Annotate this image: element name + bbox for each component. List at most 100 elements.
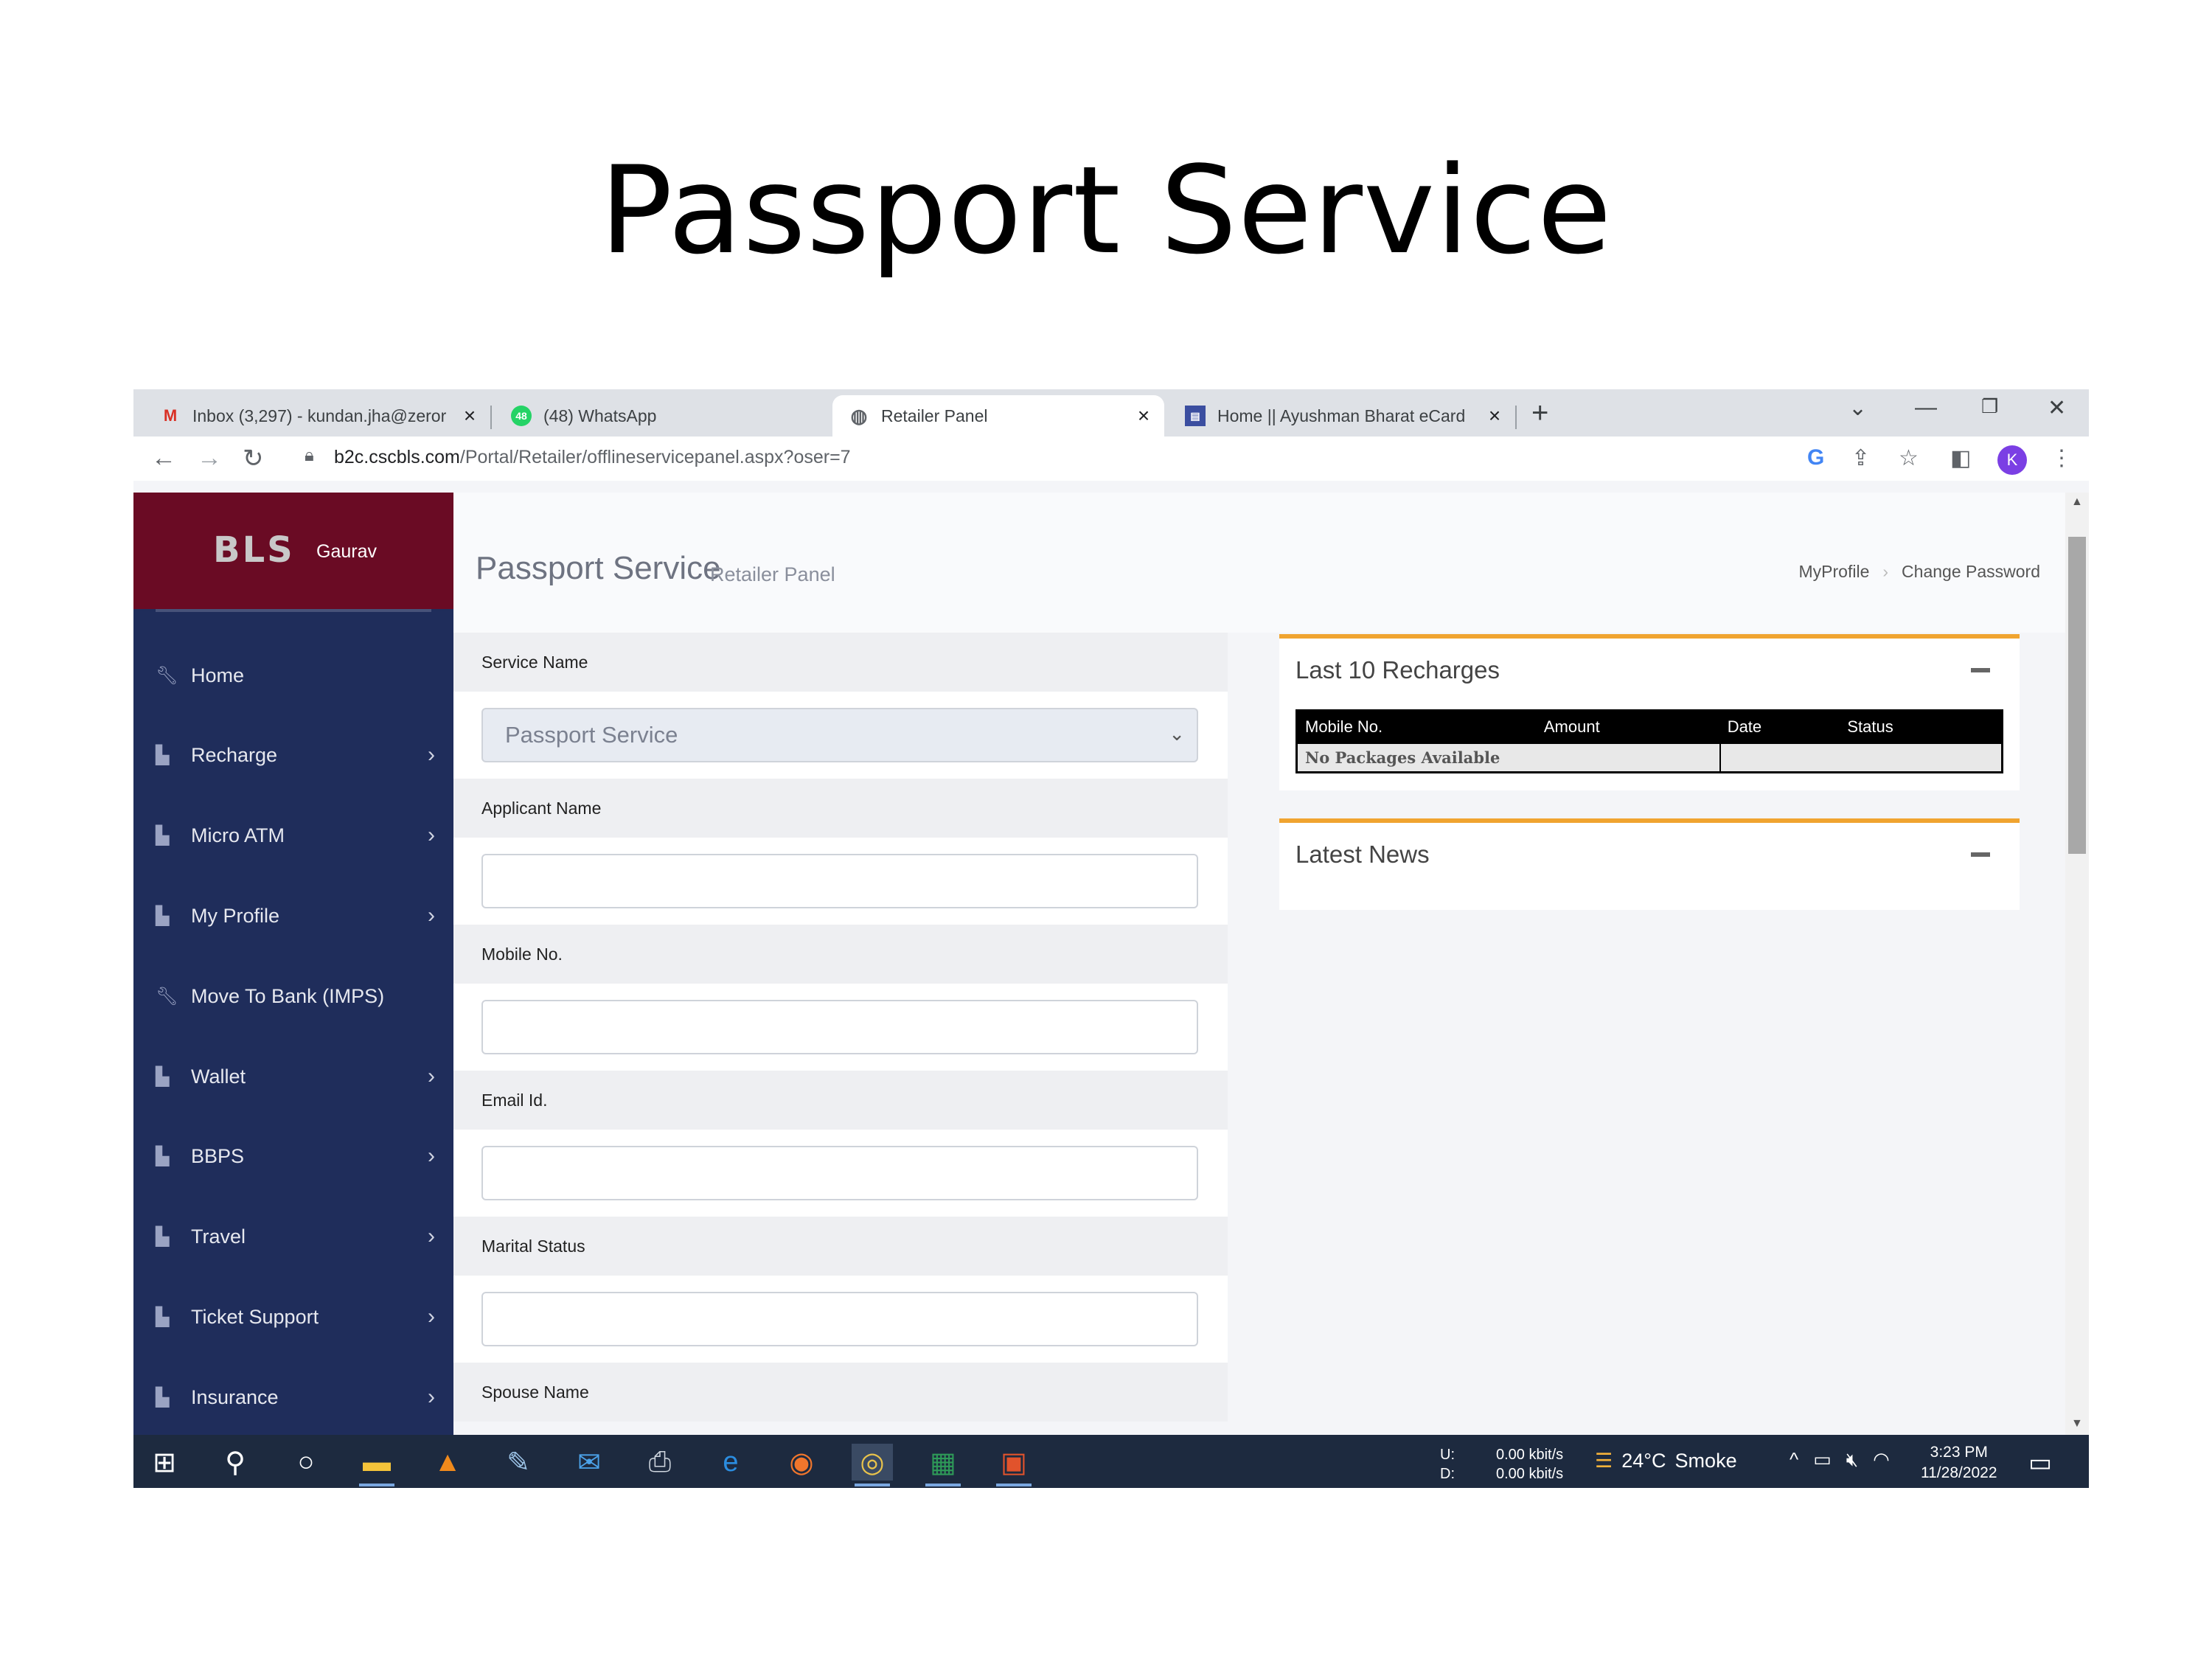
- sidebar-item-home[interactable]: 🔧︎ Home: [133, 653, 453, 698]
- fax-icon[interactable]: ⎙: [639, 1444, 681, 1481]
- chart-icon: ▙: [156, 745, 170, 765]
- tab-label: Home || Ayushman Bharat eCard: [1217, 406, 1466, 425]
- wifi-icon[interactable]: ◠: [1873, 1448, 1890, 1472]
- service-name-value: Passport Service: [505, 722, 678, 748]
- column-header: Amount: [1536, 710, 1720, 743]
- scroll-up-icon[interactable]: ▲: [2071, 495, 2083, 509]
- column-header: Date: [1719, 710, 1840, 743]
- chart-icon: ▙: [156, 825, 170, 846]
- paint-icon[interactable]: ✎: [498, 1444, 539, 1481]
- chevron-right-icon: ›: [428, 1385, 435, 1409]
- chart-icon: ▙: [156, 905, 170, 926]
- marital-status-input[interactable]: [481, 1292, 1198, 1346]
- service-name-select[interactable]: Passport Service ⌄: [481, 708, 1198, 762]
- sidebar: BLS Gaurav 🔧︎ Home ▙ Recharge › ▙ Micro …: [133, 493, 453, 1435]
- tab-retailer-panel[interactable]: ◍ Retailer Panel ×: [832, 395, 1164, 437]
- share-icon[interactable]: ⇪: [1851, 445, 1870, 471]
- chevron-right-icon: ›: [428, 903, 435, 928]
- sidebar-item-recharge[interactable]: ▙ Recharge ›: [133, 733, 453, 777]
- weather-widget[interactable]: ☰ 24°C Smoke: [1595, 1450, 1737, 1472]
- back-icon[interactable]: ←: [151, 444, 176, 473]
- sidebar-item-ticket-support[interactable]: ▙ Ticket Support ›: [133, 1295, 453, 1339]
- sidebar-item-label: Micro ATM: [191, 824, 285, 846]
- window-close-icon[interactable]: ✕: [2048, 395, 2066, 421]
- internet-explorer-icon[interactable]: e: [710, 1444, 751, 1481]
- chart-icon: ▙: [156, 1226, 170, 1247]
- close-icon[interactable]: ×: [1130, 404, 1157, 428]
- sidebar-item-insurance[interactable]: ▙ Insurance ›: [133, 1375, 453, 1419]
- bookmark-star-icon[interactable]: ☆: [1899, 445, 1919, 471]
- scroll-thumb[interactable]: [2068, 537, 2086, 854]
- page-scrollbar[interactable]: ▲ ▼: [2065, 493, 2089, 1435]
- sidebar-item-travel[interactable]: ▙ Travel ›: [133, 1214, 453, 1259]
- reload-icon[interactable]: ↻: [243, 444, 264, 473]
- network-labels: U: D:: [1440, 1445, 1455, 1484]
- side-panel-icon[interactable]: ◧: [1950, 445, 1971, 471]
- tab-search-icon[interactable]: ⌄: [1848, 395, 1867, 421]
- sidebar-item-wallet[interactable]: ▙ Wallet ›: [133, 1054, 453, 1099]
- close-icon[interactable]: ×: [1481, 404, 1508, 428]
- powerpoint-icon[interactable]: ▣: [993, 1444, 1034, 1486]
- close-icon[interactable]: ×: [456, 404, 483, 428]
- restore-icon[interactable]: ❐: [1981, 395, 1998, 418]
- brand-header: BLS Gaurav: [133, 493, 453, 609]
- site-icon: ▤: [1185, 406, 1206, 426]
- task-view-icon[interactable]: ○: [285, 1444, 327, 1481]
- passport-service-form: Service Name Passport Service ⌄ Applican…: [453, 633, 1228, 1435]
- url-path: /Portal/Retailer/offlineservicepanel.asp…: [459, 447, 851, 467]
- minimize-icon[interactable]: —: [1915, 395, 1937, 420]
- sidebar-item-label: Insurance: [191, 1385, 279, 1408]
- change-password-link[interactable]: Change Password: [1902, 562, 2040, 582]
- forward-icon[interactable]: →: [197, 444, 222, 473]
- battery-icon[interactable]: ▭: [1813, 1448, 1832, 1472]
- chrome-icon[interactable]: ◎: [852, 1444, 893, 1486]
- tab-ayushman[interactable]: ▤ Home || Ayushman Bharat eCard ×: [1169, 395, 1515, 437]
- sidebar-item-move-to-bank[interactable]: 🔧︎ Move To Bank (IMPS): [133, 974, 453, 1018]
- gmail-icon: M: [163, 406, 178, 425]
- applicant-name-input[interactable]: [481, 854, 1198, 908]
- tab-gmail[interactable]: M Inbox (3,297) - kundan.jha@zeror ×: [144, 395, 490, 437]
- download-label: D:: [1440, 1466, 1455, 1482]
- wrench-icon: 🔧︎: [156, 986, 178, 1006]
- clock-time: 3:23 PM: [1930, 1444, 1988, 1461]
- breadcrumb: MyProfile › Change Password: [1798, 562, 2040, 582]
- search-icon[interactable]: ⚲: [215, 1444, 256, 1481]
- sidebar-item-micro-atm[interactable]: ▙ Micro ATM ›: [133, 813, 453, 858]
- recharge-table: Mobile No. Amount Date Status No Package…: [1295, 709, 2003, 773]
- sidebar-item-my-profile[interactable]: ▙ My Profile ›: [133, 894, 453, 938]
- mail-icon[interactable]: ✉: [568, 1444, 610, 1481]
- clock[interactable]: 3:23 PM 11/28/2022: [1921, 1442, 1997, 1484]
- vlc-icon[interactable]: ▲: [427, 1444, 468, 1481]
- new-tab-button[interactable]: +: [1531, 397, 1548, 430]
- scroll-down-icon[interactable]: ▼: [2071, 1417, 2083, 1430]
- sidebar-item-label: Travel: [191, 1225, 246, 1248]
- browser-toolbar: ← → ↻ 🔒︎ b2c.cscbls.com/Portal/Retailer/…: [133, 437, 2089, 481]
- upload-label: U:: [1440, 1447, 1455, 1463]
- firefox-icon[interactable]: ◉: [781, 1444, 822, 1481]
- windows-start-icon[interactable]: ⊞: [144, 1444, 185, 1481]
- empty-message: No Packages Available: [1295, 742, 1721, 773]
- excel-icon[interactable]: ▦: [922, 1444, 964, 1486]
- applicant-name-label: Applicant Name: [453, 779, 1228, 838]
- menu-icon[interactable]: ⋮: [2051, 445, 2073, 471]
- notification-icon[interactable]: ▭: [2028, 1448, 2052, 1478]
- collapse-icon[interactable]: [1971, 852, 1990, 857]
- tab-label: Inbox (3,297) - kundan.jha@zeror: [192, 406, 447, 425]
- volume-muted-icon[interactable]: 🔇︎: [1846, 1448, 1858, 1472]
- my-profile-link[interactable]: MyProfile: [1799, 562, 1870, 582]
- sidebar-item-bbps[interactable]: ▙ BBPS ›: [133, 1134, 453, 1178]
- profile-avatar[interactable]: K: [1997, 445, 2027, 475]
- web-app: BLS Gaurav 🔧︎ Home ▙ Recharge › ▙ Micro …: [133, 493, 2065, 1435]
- system-tray: ^ ▭ 🔇︎ ◠: [1790, 1448, 1890, 1472]
- collapse-icon[interactable]: [1971, 668, 1990, 672]
- sidebar-item-label: Move To Bank (IMPS): [191, 984, 385, 1007]
- file-explorer-icon[interactable]: ▬: [356, 1444, 397, 1486]
- weather-text: Smoke: [1674, 1450, 1737, 1472]
- chevron-up-icon[interactable]: ^: [1790, 1448, 1798, 1472]
- lock-icon: 🔒︎: [305, 445, 314, 465]
- mobile-input[interactable]: [481, 1000, 1198, 1054]
- page-header: Passport Service Retailer Panel MyProfil…: [453, 493, 2065, 633]
- page-title: Passport Service: [476, 550, 721, 586]
- email-input[interactable]: [481, 1146, 1198, 1200]
- google-icon[interactable]: G: [1807, 445, 1824, 470]
